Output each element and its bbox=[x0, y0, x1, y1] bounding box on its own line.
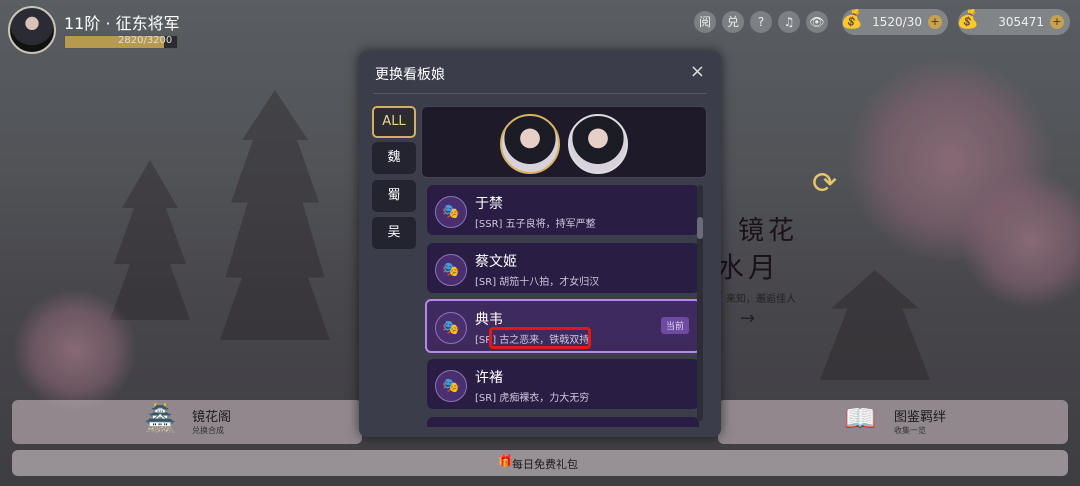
mirror-pavilion-sub: 兑换合成 bbox=[192, 426, 224, 435]
promo-title-line1: 镜花 bbox=[738, 216, 799, 246]
skin-portrait-selected[interactable] bbox=[500, 114, 560, 174]
mask-icon: 🎭 bbox=[435, 370, 467, 402]
tab-all[interactable]: ALL bbox=[372, 106, 416, 138]
current-badge: 当前 bbox=[660, 317, 689, 334]
read-icon[interactable]: 阅 bbox=[694, 11, 716, 33]
mirror-flower-promo[interactable]: ⟳ 镜花 水月 来知，邂逅佳人 → bbox=[716, 166, 837, 350]
list-item-partial[interactable] bbox=[427, 417, 699, 427]
pavilion-icon: 🏯 bbox=[144, 404, 177, 434]
tab-wei[interactable]: 魏 bbox=[372, 142, 416, 174]
money-bag-icon: 💰 bbox=[840, 9, 864, 30]
character-list: 🎭 于禁 [SSR] 五子良将，持军严整 🎭 蔡文姬 [SR] 胡笳十八拍，才女… bbox=[425, 185, 701, 427]
scrollbar-thumb[interactable] bbox=[697, 217, 703, 239]
daily-gift-label: 每日免费礼包 bbox=[512, 458, 578, 471]
character-name: 蔡文姬 bbox=[475, 254, 517, 270]
add-currency-button[interactable]: + bbox=[928, 15, 942, 29]
list-item-current[interactable]: 🎭 典韦 [SR] 古之恶来，铁戟双持 当前 bbox=[425, 299, 701, 353]
exp-text: 2820/3200 bbox=[118, 35, 173, 46]
skin-portrait-alt[interactable] bbox=[568, 114, 628, 174]
character-desc: [SR] 胡笳十八拍，才女归汉 bbox=[475, 277, 600, 288]
currency-value: 305471 bbox=[998, 15, 1044, 29]
mirror-pavilion-label: 镜花阁 bbox=[192, 410, 232, 425]
eye-icon[interactable]: 👁 bbox=[806, 11, 828, 33]
mask-icon: 🎭 bbox=[435, 312, 467, 344]
skin-preview-panel bbox=[421, 106, 707, 178]
help-icon[interactable]: ? bbox=[750, 11, 772, 33]
tab-wu[interactable]: 吴 bbox=[372, 217, 416, 249]
mirror-pavilion-button[interactable]: 🏯 镜花阁 兑换合成 bbox=[12, 400, 362, 444]
coin-bag-icon: 💰 bbox=[956, 9, 980, 30]
character-name: 典韦 bbox=[475, 312, 503, 328]
tab-shu[interactable]: 蜀 bbox=[372, 180, 416, 212]
character-desc: [SR] 虎痴裸衣，力大无穷 bbox=[475, 393, 590, 404]
currency-value: 1520/30 bbox=[872, 15, 922, 29]
character-desc: [SSR] 五子良将，持军严整 bbox=[475, 219, 596, 230]
player-rank-title: 11阶 · 征东将军 bbox=[64, 14, 180, 33]
currency-pill-energy: 💰 1520/30 + bbox=[841, 9, 948, 35]
scrollbar[interactable] bbox=[697, 185, 703, 421]
codex-bond-label: 图鉴羁绊 bbox=[894, 410, 947, 425]
close-icon[interactable]: × bbox=[690, 61, 705, 82]
daily-gift-button[interactable]: 🎁 每日免费礼包 bbox=[12, 450, 1068, 476]
music-icon[interactable]: ♫ bbox=[778, 11, 800, 33]
list-item[interactable]: 🎭 蔡文姬 [SR] 胡笳十八拍，才女归汉 bbox=[427, 243, 699, 293]
codex-bond-sub: 收集一览 bbox=[894, 426, 926, 435]
mask-icon: 🎭 bbox=[435, 254, 467, 286]
promo-subtitle: 来知，邂逅佳人 bbox=[726, 294, 796, 305]
character-name: 许褚 bbox=[475, 370, 503, 386]
mask-icon: 🎭 bbox=[435, 196, 467, 228]
exchange-icon[interactable]: 兑 bbox=[722, 11, 744, 33]
promo-title-line2: 水月 bbox=[716, 251, 781, 284]
character-name: 于禁 bbox=[475, 196, 503, 212]
codex-bond-button[interactable]: 📖 图鉴羁绊 收集一览 bbox=[718, 400, 1068, 444]
list-item[interactable]: 🎭 于禁 [SSR] 五子良将，持军严整 bbox=[427, 185, 699, 235]
refresh-icon[interactable]: ⟳ bbox=[812, 166, 837, 201]
add-currency-button[interactable]: + bbox=[1050, 15, 1064, 29]
currency-pill-gold: 💰 305471 + bbox=[957, 9, 1070, 35]
player-avatar[interactable] bbox=[8, 6, 56, 54]
list-item[interactable]: 🎭 许褚 [SR] 虎痴裸衣，力大无穷 bbox=[427, 359, 699, 409]
change-companion-dialog: 更换看板娘 × ALL 魏 蜀 吴 🎭 于禁 [SSR] 五子良将，持军严整 🎭… bbox=[359, 51, 721, 437]
dialog-title: 更换看板娘 bbox=[375, 67, 445, 83]
red-highlight-box bbox=[489, 327, 591, 349]
gift-icon: 🎁 bbox=[498, 454, 513, 468]
book-icon: 📖 bbox=[844, 404, 877, 434]
arrow-right-icon[interactable]: → bbox=[740, 308, 755, 329]
divider bbox=[373, 93, 707, 94]
